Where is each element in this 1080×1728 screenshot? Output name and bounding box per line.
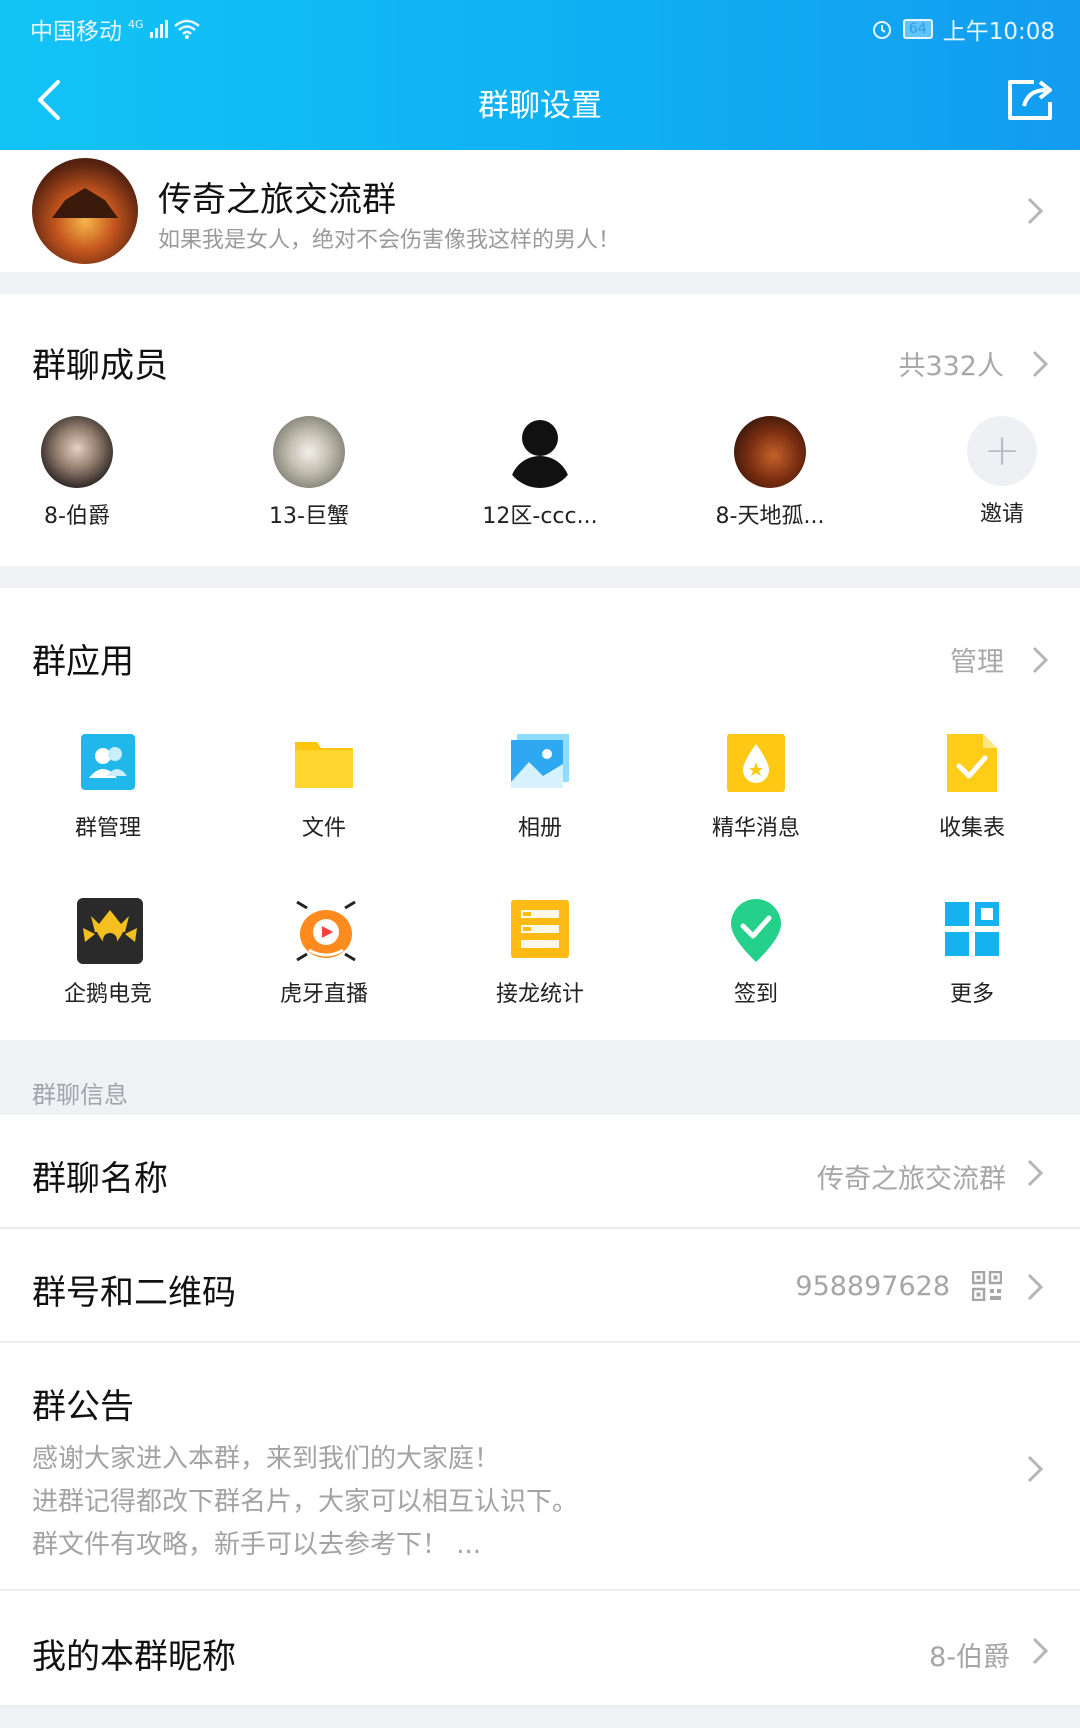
member-item[interactable]: 8-天地孤...	[690, 416, 850, 530]
group-number-row[interactable]: 群号和二维码 958897628	[0, 1229, 1080, 1341]
app-label: 接龙统计	[495, 982, 584, 1007]
member-item[interactable]: 8-伯爵	[0, 416, 157, 530]
app-label: 文件	[301, 816, 346, 841]
signal-icon	[149, 20, 168, 38]
chevron-right-icon	[1027, 1455, 1044, 1483]
header-bar: 中国移动 4G 64 上午10:08 群聊设置	[0, 0, 1080, 150]
chevron-right-icon	[1027, 1273, 1044, 1301]
member-avatar	[734, 416, 806, 488]
chevron-right-icon	[1027, 1159, 1044, 1187]
share-icon[interactable]	[1004, 76, 1060, 124]
app-album[interactable]: 相册	[450, 732, 630, 842]
member-item[interactable]: 12区-ccc...	[460, 416, 620, 530]
more-grid-icon	[941, 898, 1003, 960]
group-avatar	[32, 158, 138, 264]
relay-stats-icon	[509, 898, 571, 960]
app-label: 群管理	[74, 816, 141, 841]
group-name: 传奇之旅交流群	[158, 180, 396, 220]
app-more[interactable]: 更多	[882, 898, 1062, 1008]
invite-button[interactable]: + 邀请	[922, 416, 1080, 528]
group-notice-row[interactable]: 群公告 感谢大家进入本群，来到我们的大家庭！ 进群记得都改下群名片，大家可以相互…	[0, 1343, 1080, 1589]
members-section: 群聊成员 共332人 8-伯爵 13-巨蟹 12区-ccc... 8-天地孤..…	[0, 294, 1080, 566]
app-essence[interactable]: 精华消息	[666, 732, 846, 842]
group-manage-icon	[77, 732, 139, 794]
app-collect-form[interactable]: 收集表	[882, 732, 1062, 842]
chevron-right-icon[interactable]	[1030, 644, 1050, 676]
notice-line: 感谢大家进入本群，来到我们的大家庭！	[32, 1444, 501, 1474]
apps-title: 群应用	[32, 642, 134, 682]
essence-icon	[725, 732, 787, 794]
clock: 上午10:08	[942, 19, 1055, 45]
app-label: 签到	[733, 982, 778, 1007]
notice-line: 群文件有攻略，新手可以去参考下！ ...	[32, 1530, 482, 1560]
member-name: 8-伯爵	[44, 504, 110, 529]
my-nickname-label: 我的本群昵称	[32, 1637, 236, 1677]
app-label: 企鹅电竞	[63, 982, 152, 1007]
manage-link[interactable]: 管理	[950, 640, 1004, 679]
member-count[interactable]: 共332人	[898, 344, 1004, 383]
page-title: 群聊设置	[478, 88, 602, 124]
members-title: 群聊成员	[32, 346, 168, 386]
app-checkin[interactable]: 签到	[666, 898, 846, 1008]
chevron-right-icon[interactable]	[1030, 348, 1050, 380]
qr-code-icon	[972, 1271, 1002, 1301]
member-avatar	[41, 416, 113, 488]
app-label: 精华消息	[711, 816, 800, 841]
member-name: 8-天地孤...	[715, 504, 825, 529]
member-avatar	[504, 416, 576, 488]
app-group-manage[interactable]: 群管理	[18, 732, 198, 842]
battery-indicator: 64	[902, 19, 933, 39]
form-icon	[941, 732, 1003, 794]
group-number-value: 958897628	[795, 1271, 950, 1302]
plus-icon: +	[967, 416, 1037, 486]
member-name: 12区-ccc...	[482, 504, 598, 529]
group-notice-label: 群公告	[32, 1387, 134, 1427]
group-name-label: 群聊名称	[32, 1159, 168, 1199]
app-label: 虎牙直播	[279, 982, 368, 1007]
wifi-icon	[173, 19, 200, 39]
divider	[0, 1705, 1080, 1707]
group-number-label: 群号和二维码	[32, 1273, 236, 1313]
member-avatar	[273, 416, 345, 488]
chevron-right-icon	[1032, 1637, 1049, 1665]
folder-icon	[293, 732, 355, 794]
app-label: 收集表	[938, 816, 1005, 841]
group-name-value: 传奇之旅交流群	[817, 1164, 1006, 1195]
chevron-right-icon	[1027, 197, 1044, 225]
penguin-esports-icon	[77, 898, 143, 964]
notice-line: 进群记得都改下群名片，大家可以相互认识下。	[32, 1487, 579, 1517]
my-nickname-row[interactable]: 我的本群昵称 8-伯爵	[0, 1591, 1080, 1705]
alarm-icon	[872, 21, 891, 39]
app-files[interactable]: 文件	[234, 732, 414, 842]
member-item[interactable]: 13-巨蟹	[229, 416, 389, 530]
info-section-title: 群聊信息	[32, 1081, 128, 1109]
member-name: 13-巨蟹	[269, 504, 349, 529]
checkin-icon	[725, 898, 787, 962]
huya-live-icon	[293, 898, 359, 964]
group-notice-text: 感谢大家进入本群，来到我们的大家庭！ 进群记得都改下群名片，大家可以相互认识下。…	[32, 1438, 578, 1567]
app-label: 更多	[949, 982, 994, 1007]
app-label: 相册	[517, 816, 562, 841]
album-icon	[509, 732, 571, 794]
app-relay-stats[interactable]: 接龙统计	[450, 898, 630, 1008]
carrier-label: 中国移动	[30, 19, 122, 45]
group-profile-row[interactable]: 传奇之旅交流群 如果我是女人，绝对不会伤害像我这样的男人！	[0, 150, 1080, 272]
app-huya-live[interactable]: 虎牙直播	[234, 898, 414, 1008]
network-type: 4G	[128, 17, 144, 31]
app-penguin-esports[interactable]: 企鹅电竞	[18, 898, 198, 1008]
group-apps-section: 群应用 管理 群管理 文件 相册 精华消息 收集表 企鹅电竞 虎牙直播 接龙统计…	[0, 588, 1080, 1040]
invite-label: 邀请	[979, 502, 1024, 527]
my-nickname-value: 8-伯爵	[929, 1642, 1010, 1673]
status-bar: 中国移动 4G 64 上午10:08	[0, 0, 1080, 50]
group-description: 如果我是女人，绝对不会伤害像我这样的男人！	[158, 228, 621, 253]
group-name-row[interactable]: 群聊名称 传奇之旅交流群	[0, 1115, 1080, 1227]
